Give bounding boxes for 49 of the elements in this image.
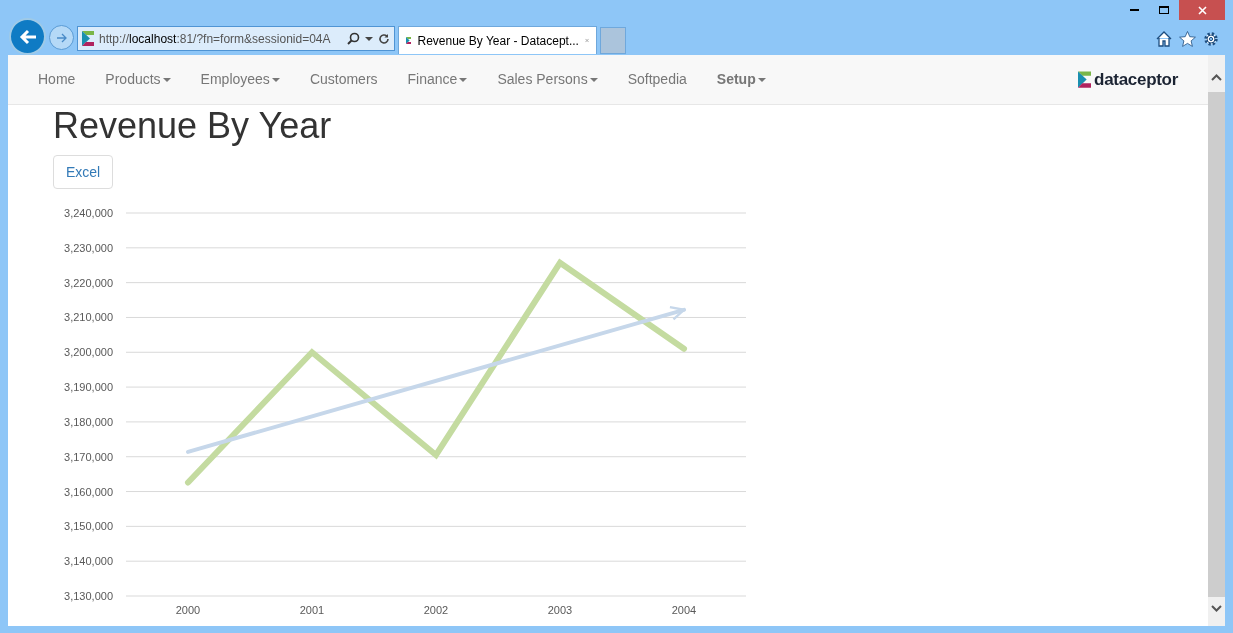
star-icon[interactable]	[1179, 31, 1196, 47]
site-logo-icon	[82, 31, 94, 46]
nav-link[interactable]: Finance	[392, 69, 483, 90]
logo-mark-icon	[1078, 70, 1092, 89]
back-button[interactable]	[9, 18, 46, 55]
x-axis-label: 2003	[547, 604, 573, 616]
close-icon	[1197, 5, 1207, 15]
left-arrow-icon	[18, 28, 37, 45]
x-axis-label: 2004	[671, 604, 697, 616]
home-icon[interactable]	[1156, 31, 1172, 47]
y-axis-label: 3,230,000	[64, 241, 113, 254]
settings-icon[interactable]	[1203, 31, 1219, 47]
y-axis-label: 3,220,000	[64, 276, 113, 289]
y-axis-label: 3,240,000	[64, 207, 113, 219]
x-axis-label: 2001	[299, 604, 325, 616]
caret-icon	[271, 77, 280, 82]
right-arrow-icon	[55, 32, 68, 43]
y-axis-label: 3,140,000	[64, 555, 113, 568]
y-axis-label: 3,130,000	[64, 590, 113, 602]
caret-icon[interactable]	[365, 36, 373, 41]
nav-link[interactable]: Customers	[294, 69, 393, 90]
nav-link[interactable]: Setup	[701, 69, 781, 90]
address-text: http://localhost:81/?fn=form&sessionid=04A	[99, 30, 332, 48]
nav-link[interactable]: Employees	[185, 69, 295, 90]
nav-link[interactable]: Sales Persons	[482, 69, 613, 90]
y-axis-label: 3,210,000	[64, 311, 113, 324]
y-axis-label: 3,170,000	[64, 450, 113, 463]
browser-tab[interactable]: Revenue By Year - Datacept...	[398, 26, 597, 54]
nav-link[interactable]: Softpedia	[612, 69, 702, 90]
y-axis-label: 3,190,000	[64, 381, 113, 394]
address-bar[interactable]: http://localhost:81/?fn=form&sessionid=04A	[77, 26, 395, 51]
caret-icon	[589, 77, 598, 82]
tab-title: Revenue By Year - Datacept...	[417, 32, 579, 50]
page-title: Revenue By Year	[53, 106, 332, 146]
search-icon[interactable]	[347, 32, 360, 45]
nav-link[interactable]: Home	[23, 69, 91, 90]
refresh-icon[interactable]	[378, 32, 390, 45]
caret-icon	[757, 77, 766, 82]
excel-button[interactable]: Excel	[53, 155, 114, 189]
x-axis-label: 2000	[175, 604, 201, 616]
y-axis-label: 3,160,000	[64, 485, 113, 498]
caret-icon	[162, 77, 171, 82]
dataceptor-logo[interactable]: dataceptor	[1078, 66, 1178, 93]
y-axis-label: 3,150,000	[64, 520, 113, 533]
y-axis-label: 3,200,000	[64, 346, 113, 359]
nav-link[interactable]: Products	[90, 69, 186, 90]
x-axis-label: 2002	[423, 604, 449, 616]
caret-icon	[459, 77, 468, 82]
y-axis-label: 3,180,000	[64, 415, 113, 428]
